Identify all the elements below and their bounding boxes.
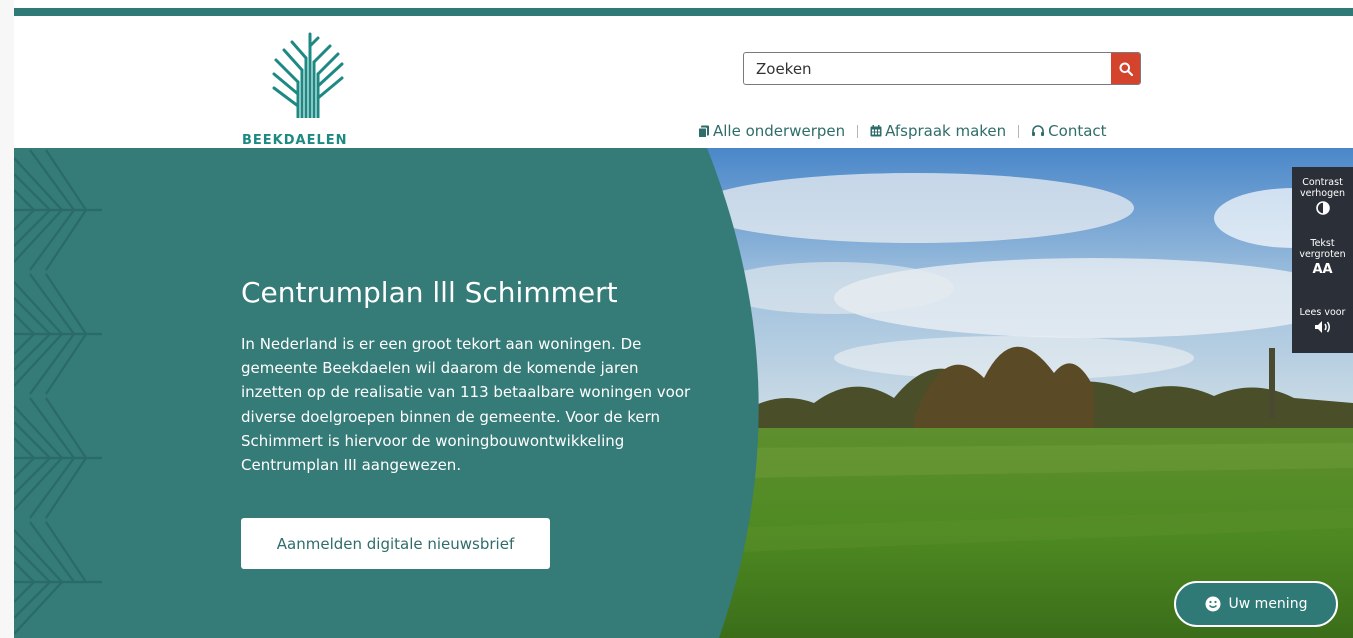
text-enlarge-label-line2: vergroten [1299, 249, 1346, 260]
nav-item-label: Afspraak maken [885, 122, 1007, 140]
logo-tree-icon [272, 32, 344, 118]
smiley-icon [1205, 596, 1221, 612]
nav-divider [1018, 124, 1020, 138]
contrast-label-line2: verhogen [1300, 188, 1345, 199]
text-enlarge-label-line1: Tekst [1310, 238, 1335, 249]
hero-title: Centrumplan lll Schimmert [241, 276, 618, 309]
feedback-button[interactable]: Uw mening [1174, 581, 1338, 627]
left-margin [0, 0, 14, 638]
text-enlarge-button[interactable]: Tekst vergroten AA [1292, 238, 1353, 277]
nav-item-contact[interactable]: Contact [1031, 122, 1107, 140]
read-aloud-label: Lees voor [1299, 307, 1346, 318]
speaker-icon [1314, 321, 1330, 333]
search-icon [1119, 62, 1133, 76]
nav-item-afspraak-maken[interactable]: Afspraak maken [870, 122, 1006, 140]
contrast-icon [1315, 201, 1330, 215]
documents-icon [698, 125, 709, 138]
logo-wordmark: BEEKDAELEN [242, 133, 348, 148]
nav-item-label: Alle onderwerpen [713, 122, 846, 140]
hero-description: In Nederland is er een groot tekort aan … [241, 335, 691, 475]
search-box [743, 52, 1141, 85]
top-accent-bar [14, 8, 1353, 16]
newsletter-signup-button[interactable]: Aanmelden digitale nieuwsbrief [241, 518, 550, 569]
text-size-icon: AA [1312, 262, 1333, 277]
headset-icon [1032, 125, 1045, 136]
nav-divider [857, 124, 859, 138]
search-button[interactable] [1111, 53, 1140, 84]
logo-link[interactable]: BEEKDAELEN [242, 32, 372, 152]
contrast-label-line1: Contrast [1302, 177, 1343, 188]
site-header: BEEKDAELEN Alle onderwerpen [14, 16, 1353, 148]
decorative-leaf-pattern [14, 149, 102, 635]
nav-item-label: Contact [1048, 122, 1107, 140]
nav-item-alle-onderwerpen[interactable]: Alle onderwerpen [698, 122, 845, 140]
search-input[interactable] [744, 53, 1112, 84]
feedback-label: Uw mening [1228, 596, 1308, 612]
calendar-icon [870, 125, 882, 137]
accessibility-toolbar: Contrast verhogen Tekst vergroten AA Lee… [1292, 167, 1353, 353]
read-aloud-button[interactable]: Lees voor [1292, 307, 1353, 334]
hero-banner: Centrumplan lll Schimmert In Nederland i… [14, 148, 1353, 638]
top-navigation: Alle onderwerpen Afspraak maken Contact [698, 122, 1107, 140]
page: BEEKDAELEN Alle onderwerpen [0, 0, 1353, 638]
contrast-toggle-button[interactable]: Contrast verhogen [1292, 177, 1353, 215]
